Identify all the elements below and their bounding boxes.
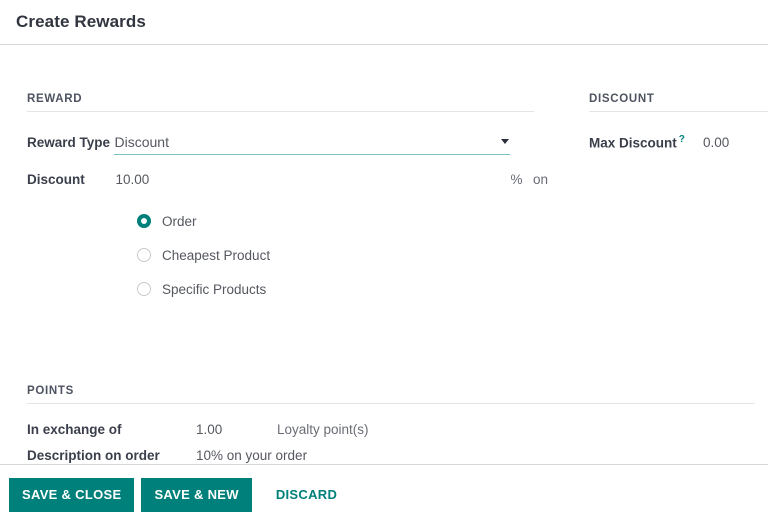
discount-column: DISCOUNT Max Discount? 0.00 bbox=[548, 45, 768, 306]
discount-unit-label: % bbox=[510, 171, 523, 187]
reward-type-label-cell: Reward Type bbox=[27, 124, 114, 160]
radio-option-label: Specific Products bbox=[162, 281, 267, 297]
radio-selected-icon[interactable] bbox=[137, 214, 151, 228]
reward-column: REWARD Reward Type Discount Discount 10.… bbox=[0, 45, 548, 306]
discount-fields: Max Discount? 0.00 bbox=[589, 124, 729, 160]
max-discount-label-cell: Max Discount? bbox=[589, 124, 703, 160]
in-exchange-of-input[interactable]: 1.00 bbox=[196, 422, 222, 437]
reward-type-row: Reward Type Discount bbox=[27, 124, 548, 160]
points-fields: In exchange of 1.00 Loyalty point(s) Des… bbox=[27, 416, 369, 468]
max-discount-row: Max Discount? 0.00 bbox=[589, 124, 729, 160]
loyalty-points-unit-cell: Loyalty point(s) bbox=[277, 416, 369, 442]
in-exchange-of-row: In exchange of 1.00 Loyalty point(s) bbox=[27, 416, 369, 442]
reward-section-title: REWARD bbox=[27, 93, 534, 112]
max-discount-input[interactable]: 0.00 bbox=[703, 135, 729, 150]
description-on-order-label: Description on order bbox=[27, 447, 160, 463]
discount-section-title: DISCOUNT bbox=[589, 93, 768, 112]
in-exchange-of-label-cell: In exchange of bbox=[27, 416, 196, 442]
discount-row: Discount 10.00 % on bbox=[27, 160, 548, 198]
save-and-close-button[interactable]: SAVE & CLOSE bbox=[9, 477, 135, 512]
discount-amount-cell[interactable]: 10.00 bbox=[114, 160, 510, 198]
radio-option-label: Cheapest Product bbox=[162, 247, 271, 263]
loyalty-points-unit-label: Loyalty point(s) bbox=[277, 421, 369, 437]
reward-type-field-cell: Discount bbox=[114, 124, 511, 160]
in-exchange-of-value-cell[interactable]: 1.00 bbox=[196, 416, 277, 442]
form-sheet: REWARD Reward Type Discount Discount 10.… bbox=[0, 45, 768, 306]
help-icon[interactable]: ? bbox=[679, 134, 685, 145]
discount-unit-cell: % bbox=[510, 160, 532, 198]
reward-type-select[interactable]: Discount bbox=[114, 130, 511, 155]
points-section-title: POINTS bbox=[27, 385, 755, 404]
discount-label: Discount bbox=[27, 171, 85, 187]
save-and-new-button[interactable]: SAVE & NEW bbox=[141, 477, 252, 512]
discount-label-cell: Discount bbox=[27, 160, 114, 198]
page-title: Create Rewards bbox=[16, 12, 146, 31]
radio-option-cheapest-product[interactable]: Cheapest Product bbox=[137, 238, 548, 272]
reward-fields: Reward Type Discount Discount 10.00 % on bbox=[27, 124, 548, 198]
applies-to-radio-group[interactable]: Order Cheapest Product Specific Products bbox=[137, 204, 548, 306]
reward-type-value: Discount bbox=[114, 133, 169, 150]
chevron-down-icon[interactable] bbox=[501, 138, 510, 144]
radio-option-specific-products[interactable]: Specific Products bbox=[137, 272, 548, 306]
discount-amount-input[interactable]: 10.00 bbox=[115, 172, 149, 187]
dialog-body: REWARD Reward Type Discount Discount 10.… bbox=[0, 45, 768, 463]
discount-on-cell: on bbox=[533, 160, 548, 198]
max-discount-value-cell[interactable]: 0.00 bbox=[703, 124, 729, 160]
radio-unselected-icon[interactable] bbox=[137, 248, 151, 262]
radio-unselected-icon[interactable] bbox=[137, 282, 151, 296]
discount-on-label: on bbox=[532, 171, 548, 187]
dialog-header: Create Rewards bbox=[0, 0, 768, 45]
radio-option-order[interactable]: Order bbox=[137, 204, 548, 238]
max-discount-label: Max Discount bbox=[589, 135, 677, 151]
points-section: POINTS In exchange of 1.00 Loyalty point… bbox=[27, 385, 755, 468]
discard-button[interactable]: DISCARD bbox=[263, 478, 350, 512]
in-exchange-of-label: In exchange of bbox=[27, 421, 122, 437]
dialog-footer: SAVE & CLOSE SAVE & NEW DISCARD bbox=[0, 464, 768, 524]
reward-type-label: Reward Type bbox=[27, 134, 111, 150]
radio-option-label: Order bbox=[162, 213, 197, 229]
description-on-order-input[interactable]: 10% on your order bbox=[196, 448, 307, 463]
